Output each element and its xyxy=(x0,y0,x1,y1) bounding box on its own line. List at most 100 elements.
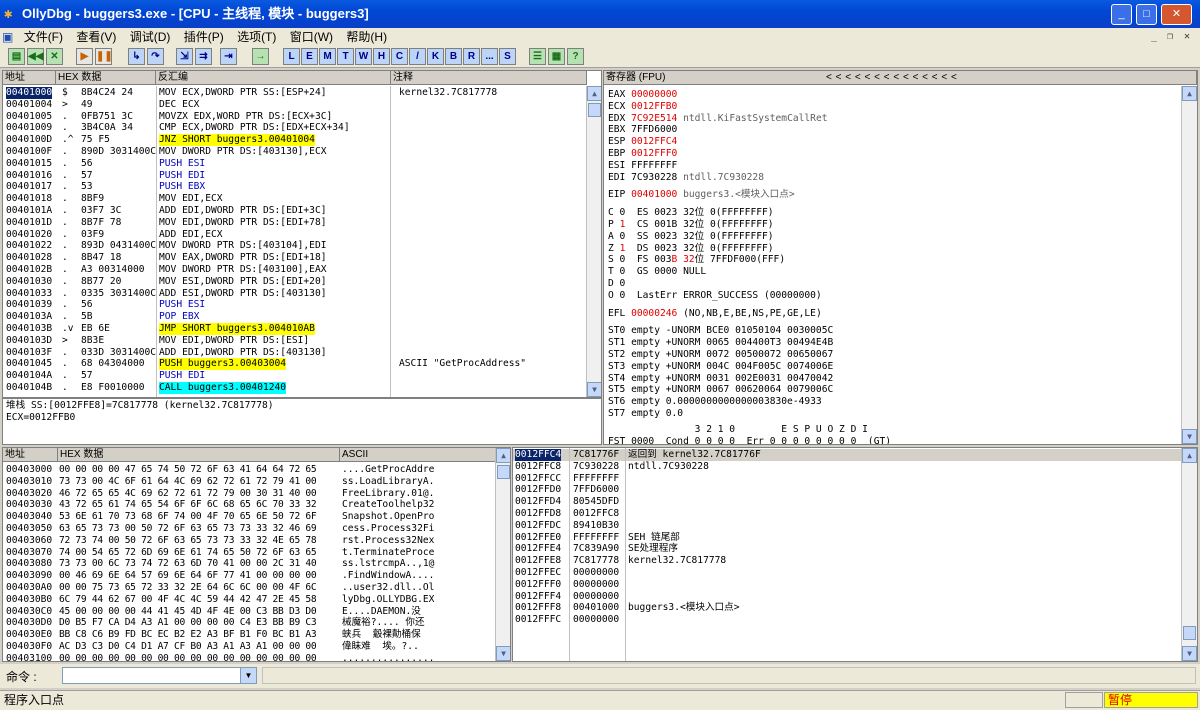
register-value[interactable]: 00000246 xyxy=(631,308,677,319)
disasm-row[interactable]: 00401039. 56 PUSH ESI xyxy=(3,299,587,311)
register-row[interactable]: EFL 00000246 (NO,NB,E,BE,NS,PE,GE,LE) xyxy=(608,308,822,320)
address-cell[interactable]: 0040101A xyxy=(6,205,52,217)
dump-address[interactable]: 004030D0 xyxy=(6,617,52,629)
dump-address[interactable]: 00403020 xyxy=(6,488,52,500)
scroll-up-icon[interactable]: ▲ xyxy=(587,86,601,101)
command-input[interactable]: ▼ xyxy=(62,667,257,684)
patches-button[interactable]: / xyxy=(409,48,426,65)
scroll-thumb[interactable] xyxy=(497,465,510,479)
mdi-restore-button[interactable]: ❐ xyxy=(1163,30,1177,43)
register-row[interactable]: EBX 7FFD6000 xyxy=(608,124,683,136)
stack-row[interactable]: 0012FFE4 7C839A90 SE处理程序 xyxy=(513,543,1181,555)
goto-icon[interactable]: → xyxy=(252,48,269,65)
stack-row[interactable]: 0012FFE0 FFFFFFFF SEH 链尾部 xyxy=(513,532,1181,544)
address-cell[interactable]: 0040104B xyxy=(6,382,52,394)
dump-row[interactable]: 004030F0 AC D3 C3 D0 C4 D1 A7 CF B0 A3 A1… xyxy=(3,641,496,653)
register-row[interactable]: EBP 0012FFF0 xyxy=(608,148,683,160)
references-button[interactable]: R xyxy=(463,48,480,65)
disasm-row[interactable]: 0040104A. 57 PUSH EDI xyxy=(3,370,587,382)
handles-button[interactable]: H xyxy=(373,48,390,65)
disasm-row[interactable]: 00401016. 57 PUSH EDI xyxy=(3,170,587,182)
address-cell[interactable]: 00401017 xyxy=(6,181,52,193)
address-cell[interactable]: 00401022 xyxy=(6,240,52,252)
stack-address[interactable]: 0012FFC4 xyxy=(515,449,562,461)
disasm-header-disasm[interactable]: 反汇编 xyxy=(156,71,391,85)
register-row[interactable]: ESI FFFFFFFF xyxy=(608,160,683,172)
mdi-minimize-button[interactable]: _ xyxy=(1147,30,1161,43)
stack-address[interactable]: 0012FFD0 xyxy=(515,484,561,496)
stack-address[interactable]: 0012FFFC xyxy=(515,614,561,626)
address-cell[interactable]: 0040102B xyxy=(6,264,52,276)
scroll-down-icon[interactable]: ▼ xyxy=(496,646,510,661)
stack-row[interactable]: 0012FFF8 00401000 buggers3.<模块入口点> xyxy=(513,602,1181,614)
dump-row[interactable]: 00403090 00 46 69 6E 64 57 69 6E 64 6F 77… xyxy=(3,570,496,582)
step-into-icon[interactable]: ↳ xyxy=(128,48,145,65)
address-cell[interactable]: 00401045 xyxy=(6,358,52,370)
options-list-icon[interactable]: ☰ xyxy=(529,48,546,65)
dump-row[interactable]: 00403100 00 00 00 00 00 00 00 00 00 00 00… xyxy=(3,653,496,661)
stack-row[interactable]: 0012FFE8 7C817778 kernel32.7C817778 xyxy=(513,555,1181,567)
address-cell[interactable]: 0040101D xyxy=(6,217,52,229)
address-cell[interactable]: 00401009 xyxy=(6,122,52,134)
stack-row[interactable]: 0012FFFC 00000000 xyxy=(513,614,1181,626)
address-cell[interactable]: 00401039 xyxy=(6,299,52,311)
disasm-header-comment[interactable]: 注释 xyxy=(391,71,587,85)
stack-row[interactable]: 0012FFC8 7C930228 ntdll.7C930228 xyxy=(513,461,1181,473)
dump-row[interactable]: 00403030 43 72 65 61 74 65 54 6F 6F 6C 68… xyxy=(3,499,496,511)
dump-row[interactable]: 00403060 72 73 74 00 50 72 6F 63 65 73 73… xyxy=(3,535,496,547)
dump-address[interactable]: 004030C0 xyxy=(6,606,52,618)
register-value[interactable]: 7C930228 xyxy=(631,172,677,183)
address-cell[interactable]: 00401028 xyxy=(6,252,52,264)
disasm-row[interactable]: 00401030. 8B77 20 MOV ESI,DWORD PTR DS:[ED… xyxy=(3,276,587,288)
dump-row[interactable]: 00403080 73 73 00 6C 73 74 72 63 6D 70 41… xyxy=(3,558,496,570)
dump-address[interactable]: 00403070 xyxy=(6,547,52,559)
stack-address[interactable]: 0012FFEC xyxy=(515,567,561,579)
address-cell[interactable]: 00401015 xyxy=(6,158,52,170)
disasm-row[interactable]: 0040103F. 033D 3031400C ADD EDI,DWORD PTR … xyxy=(3,347,587,359)
disasm-row[interactable]: 00401004 >49 DEC ECX xyxy=(3,99,587,111)
disasm-row[interactable]: 00401015. 56 PUSH ESI xyxy=(3,158,587,170)
register-value[interactable]: 7FFD6000 xyxy=(631,124,677,135)
dump-address[interactable]: 00403100 xyxy=(6,653,52,661)
flag-row[interactable]: O 0 LastErr ERROR_SUCCESS (00000000) xyxy=(608,290,822,302)
address-cell[interactable]: 00401016 xyxy=(6,170,52,182)
register-row[interactable]: ECX 0012FFB0 xyxy=(608,101,683,113)
register-value[interactable]: 00000000 xyxy=(631,89,677,100)
dump-row[interactable]: 00403040 53 6E 61 70 73 68 6F 74 00 4F 70… xyxy=(3,511,496,523)
help-icon[interactable]: ? xyxy=(567,48,584,65)
disasm-row[interactable]: 0040103B .v EB 6E JMP SHORT buggers3.004010… xyxy=(3,323,587,335)
register-row[interactable]: EIP 00401000 buggers3.<模块入口点> xyxy=(608,189,795,201)
menu-plugins[interactable]: 插件(P) xyxy=(179,28,229,46)
stack-scrollbar[interactable]: ▲ ▼ xyxy=(1181,448,1197,661)
scroll-up-icon[interactable]: ▲ xyxy=(1182,448,1197,463)
maximize-button[interactable]: □ xyxy=(1136,4,1157,25)
dump-address[interactable]: 00403050 xyxy=(6,523,52,535)
threads-button[interactable]: T xyxy=(337,48,354,65)
disasm-row[interactable]: 0040101D. 8B7F 78 MOV EDI,DWORD PTR DS:[ED… xyxy=(3,217,587,229)
stack-address[interactable]: 0012FFF0 xyxy=(515,579,561,591)
stack-row[interactable]: 0012FFD0 7FFD6000 xyxy=(513,484,1181,496)
menu-debug[interactable]: 调试(D) xyxy=(125,28,176,46)
disasm-row[interactable]: 00401009. 3B4C0A 34 CMP ECX,DWORD PTR DS:[… xyxy=(3,122,587,134)
register-value[interactable]: 0012FFB0 xyxy=(631,101,677,112)
disasm-row[interactable]: 0040103A. 5B POP EBX xyxy=(3,311,587,323)
scroll-thumb[interactable] xyxy=(1183,626,1196,640)
cpu-button[interactable]: C xyxy=(391,48,408,65)
flag-row[interactable]: T 0 GS 0000 NULL xyxy=(608,266,706,278)
address-cell[interactable]: 00401033 xyxy=(6,288,52,300)
stack-address[interactable]: 0012FFF8 xyxy=(515,602,561,614)
address-cell[interactable]: 0040103A xyxy=(6,311,52,323)
run-trace-button[interactable]: ... xyxy=(481,48,498,65)
address-cell[interactable]: 0040104A xyxy=(6,370,52,382)
breakpoints-button[interactable]: B xyxy=(445,48,462,65)
address-cell[interactable]: 00401004 xyxy=(6,99,52,111)
windows-button[interactable]: W xyxy=(355,48,372,65)
stack-row[interactable]: 0012FFDC 89410B30 xyxy=(513,520,1181,532)
dump-address[interactable]: 004030F0 xyxy=(6,641,52,653)
menu-file[interactable]: 文件(F) xyxy=(19,28,68,46)
step-over-icon[interactable]: ↷ xyxy=(147,48,164,65)
dump-address[interactable]: 00403040 xyxy=(6,511,52,523)
restart-icon[interactable]: ◀◀ xyxy=(27,48,44,65)
dump-address[interactable]: 00403010 xyxy=(6,476,52,488)
flag-row[interactable]: Z 1 DS 0023 32位 0(FFFFFFFF) xyxy=(608,243,774,255)
